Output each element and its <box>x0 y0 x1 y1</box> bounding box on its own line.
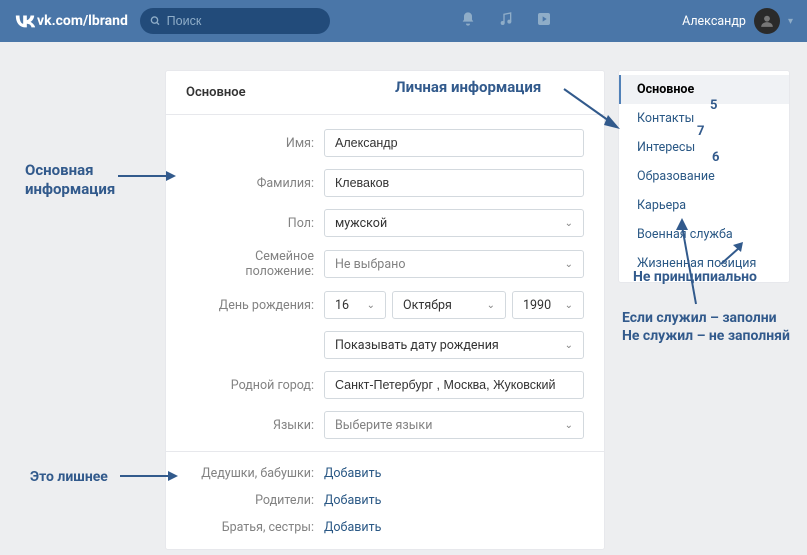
add-parents-link[interactable]: Добавить <box>324 493 381 508</box>
input-surname[interactable] <box>324 169 584 197</box>
chevron-down-icon: ⌄ <box>565 218 573 229</box>
main-form-card: Основное Имя: Фамилия: Пол: мужской ⌄ <box>165 70 605 550</box>
label-name: Имя: <box>186 136 324 151</box>
header-user[interactable]: Александр ▾ <box>682 8 793 34</box>
search-input[interactable] <box>167 14 320 28</box>
add-grandparents-link[interactable]: Добавить <box>324 466 381 481</box>
header-username: Александр <box>682 14 746 29</box>
anno-served: Если служил – заполни Не служил – не зап… <box>622 310 790 345</box>
label-languages: Языки: <box>186 418 324 433</box>
label-hometown: Родной город: <box>186 378 324 393</box>
label-dob: День рождения: <box>186 298 324 313</box>
sidebar-item-interests[interactable]: Интересы <box>619 133 789 162</box>
label-surname: Фамилия: <box>186 176 324 191</box>
anno-extra: Это лишнее <box>30 469 108 485</box>
vk-logo-icon <box>14 14 36 28</box>
music-icon[interactable] <box>498 11 514 31</box>
label-grandparents: Дедушки, бабушки: <box>186 466 324 481</box>
card-title: Основное <box>166 71 604 115</box>
select-dob-visibility[interactable]: Показывать дату рождения⌄ <box>324 331 584 359</box>
search-box[interactable] <box>140 8 330 34</box>
sidebar-item-education[interactable]: Образование <box>619 162 789 191</box>
add-siblings-link[interactable]: Добавить <box>324 520 381 535</box>
label-siblings: Братья, сестры: <box>186 520 324 535</box>
label-marital: Семейное положение: <box>186 249 324 279</box>
sidebar-item-military[interactable]: Военная служба <box>619 220 789 249</box>
select-dob-day[interactable]: 16⌄ <box>324 291 386 319</box>
vk-logo[interactable]: vk.com/lbrand <box>14 13 128 29</box>
search-icon <box>150 15 161 27</box>
page-url: vk.com/lbrand <box>37 13 128 29</box>
settings-sidebar: Основное Контакты Интересы Образование К… <box>618 70 790 283</box>
label-gender: Пол: <box>186 216 324 231</box>
anno-main-info: Основная информация <box>25 161 115 199</box>
select-dob-year[interactable]: 1990⌄ <box>512 291 584 319</box>
select-languages[interactable]: Выберите языки⌄ <box>324 411 584 439</box>
label-parents: Родители: <box>186 493 324 508</box>
chevron-down-icon: ⌄ <box>565 259 573 270</box>
play-icon[interactable] <box>536 11 552 31</box>
input-name[interactable] <box>324 129 584 157</box>
select-gender[interactable]: мужской ⌄ <box>324 209 584 237</box>
sidebar-item-contacts[interactable]: Контакты <box>619 104 789 133</box>
divider <box>166 451 604 452</box>
header-center-icons <box>330 11 682 31</box>
input-hometown[interactable] <box>324 371 584 399</box>
select-marital[interactable]: Не выбрано ⌄ <box>324 250 584 278</box>
chevron-down-icon: ▾ <box>788 16 793 27</box>
bell-icon[interactable] <box>460 11 476 31</box>
sidebar-item-main[interactable]: Основное <box>619 75 789 104</box>
sidebar-item-career[interactable]: Карьера <box>619 191 789 220</box>
select-dob-month[interactable]: Октября⌄ <box>392 291 506 319</box>
sidebar-item-life-position[interactable]: Жизненная позиция <box>619 249 789 278</box>
top-header: vk.com/lbrand Александр ▾ <box>0 0 807 42</box>
avatar <box>754 8 780 34</box>
